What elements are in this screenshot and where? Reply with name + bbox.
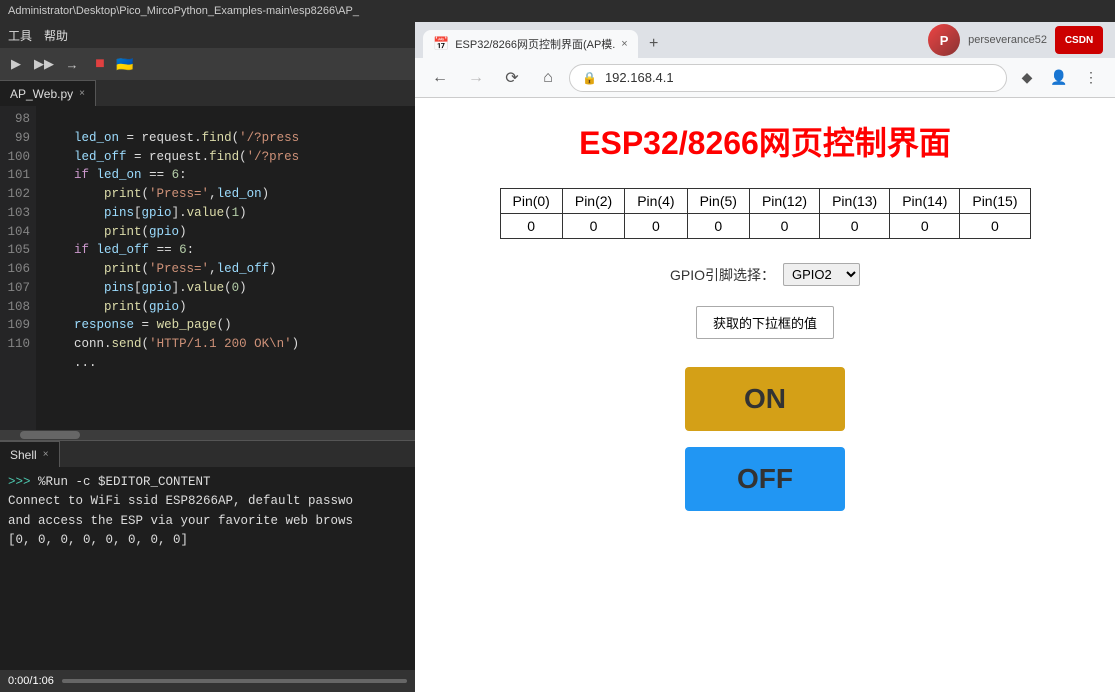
pin-val-12: 0: [749, 214, 819, 239]
pin-header-4: Pin(4): [625, 189, 687, 214]
browser-chrome: 📅 ESP32/8266网页控制界面(AP模... × + P persever…: [415, 22, 1115, 98]
browser-reload-btn[interactable]: ⟳: [497, 64, 527, 92]
menu-bar: 工具 帮助: [0, 22, 415, 48]
pin-val-14: 0: [890, 214, 960, 239]
toolbar: ▶ ▶▶ → ■ 🇺🇦: [0, 48, 415, 80]
pin-header-12: Pin(12): [749, 189, 819, 214]
progress-bar-track[interactable]: [62, 679, 407, 683]
csdn-logo[interactable]: CSDN: [1055, 26, 1103, 54]
path-text: Administrator\Desktop\Pico_MircoPython_E…: [8, 5, 359, 17]
browser-tab-bar: 📅 ESP32/8266网页控制界面(AP模... × + P persever…: [415, 22, 1115, 58]
shell-tab[interactable]: Shell ×: [0, 441, 60, 467]
browser-profile-area: P perseverance52 CSDN: [916, 22, 1115, 58]
shell-prompt: >>>: [8, 475, 31, 489]
browser-tab-active[interactable]: 📅 ESP32/8266网页控制界面(AP模... ×: [423, 30, 638, 58]
line-numbers: 98 99 100 101 102 103 104 105 106 107 10…: [0, 106, 36, 430]
pin-val-5: 0: [687, 214, 749, 239]
pin-val-15: 0: [960, 214, 1030, 239]
pin-table-value-row: 0 0 0 0 0 0 0 0: [500, 214, 1030, 239]
flag-icon: 🇺🇦: [116, 56, 133, 73]
gpio-select[interactable]: GPIO2 GPIO0 GPIO4 GPIO5 GPIO12 GPIO13 GP…: [783, 263, 860, 286]
file-tab[interactable]: AP_Web.py ×: [0, 80, 96, 106]
shell-command-line: >>> %Run -c $EDITOR_CONTENT: [8, 473, 407, 492]
browser-tab-title: ESP32/8266网页控制界面(AP模...: [455, 36, 615, 52]
code-scrollbar[interactable]: [0, 430, 415, 440]
address-text: 192.168.4.1: [605, 70, 674, 85]
browser-avatar[interactable]: P: [928, 24, 960, 56]
pin-val-2: 0: [562, 214, 624, 239]
gpio-selector-row: GPIO引脚选择： GPIO2 GPIO0 GPIO4 GPIO5 GPIO12…: [670, 263, 860, 286]
code-editor[interactable]: 98 99 100 101 102 103 104 105 106 107 10…: [0, 106, 415, 430]
browser-tab-close[interactable]: ×: [621, 38, 627, 50]
pin-header-14: Pin(14): [890, 189, 960, 214]
menu-help[interactable]: 帮助: [44, 27, 68, 44]
pin-header-15: Pin(15): [960, 189, 1030, 214]
shell-output-3: [0, 0, 0, 0, 0, 0, 0, 0]: [8, 531, 407, 550]
on-button[interactable]: ON: [685, 367, 845, 431]
pin-table: Pin(0) Pin(2) Pin(4) Pin(5) Pin(12) Pin(…: [500, 188, 1031, 239]
path-bar: Administrator\Desktop\Pico_MircoPython_E…: [0, 0, 1115, 22]
gpio-label: GPIO引脚选择：: [670, 265, 775, 285]
file-tab-bar: AP_Web.py ×: [0, 80, 415, 106]
pin-val-4: 0: [625, 214, 687, 239]
browser-toolbar: ← → ⟳ ⌂ 🔒 192.168.4.1 ◆ 👤 ⋮: [415, 58, 1115, 98]
file-tab-close[interactable]: ×: [79, 88, 85, 99]
debug-btn[interactable]: ▶▶: [32, 53, 56, 75]
page-title: ESP32/8266网页控制界面: [579, 125, 951, 161]
pin-header-2: Pin(2): [562, 189, 624, 214]
browser-panel: 📅 ESP32/8266网页控制界面(AP模... × + P persever…: [415, 22, 1115, 692]
shell-panel: Shell × >>> %Run -c $EDITOR_CONTENT Conn…: [0, 440, 415, 670]
off-button[interactable]: OFF: [685, 447, 845, 511]
browser-profile-name: perseverance52: [968, 34, 1047, 46]
pin-header-13: Pin(13): [820, 189, 890, 214]
file-tab-name: AP_Web.py: [10, 87, 73, 101]
code-content: led_on = request.find('/?press led_off =…: [36, 106, 415, 430]
step-btn[interactable]: →: [60, 53, 84, 75]
shell-content[interactable]: >>> %Run -c $EDITOR_CONTENT Connect to W…: [0, 467, 415, 670]
lock-icon: 🔒: [582, 71, 597, 85]
extension-btn[interactable]: ◆: [1013, 64, 1041, 92]
browser-back-btn[interactable]: ←: [425, 64, 455, 92]
progress-time: 0:00/1:06: [8, 675, 54, 687]
pin-header-0: Pin(0): [500, 189, 562, 214]
pin-header-5: Pin(5): [687, 189, 749, 214]
pin-val-0: 0: [500, 214, 562, 239]
browser-tab-favicon: 📅: [433, 36, 449, 52]
pin-table-header-row: Pin(0) Pin(2) Pin(4) Pin(5) Pin(12) Pin(…: [500, 189, 1030, 214]
code-scrollbar-thumb[interactable]: [20, 431, 80, 439]
stop-btn[interactable]: ■: [88, 53, 112, 75]
get-value-button[interactable]: 获取的下拉框的值: [696, 306, 834, 339]
shell-tab-label: Shell: [10, 448, 37, 462]
shell-command: %Run -c $EDITOR_CONTENT: [31, 475, 211, 489]
shell-tab-bar: Shell ×: [0, 441, 415, 467]
browser-home-btn[interactable]: ⌂: [533, 64, 563, 92]
more-options-btn[interactable]: ⋮: [1077, 64, 1105, 92]
menu-tools[interactable]: 工具: [8, 27, 32, 44]
run-btn[interactable]: ▶: [4, 53, 28, 75]
user-profile-btn[interactable]: 👤: [1045, 64, 1073, 92]
progress-bar-container: 0:00/1:06: [0, 670, 415, 692]
page-title-area: ESP32/8266网页控制界面: [579, 118, 951, 164]
shell-tab-close[interactable]: ×: [43, 449, 49, 460]
pin-val-13: 0: [820, 214, 890, 239]
browser-forward-btn[interactable]: →: [461, 64, 491, 92]
browser-content: ESP32/8266网页控制界面 Pin(0) Pin(2) Pin(4) Pi…: [415, 98, 1115, 692]
browser-actions: ◆ 👤 ⋮: [1013, 64, 1105, 92]
browser-new-tab-btn[interactable]: +: [640, 30, 668, 58]
shell-output-2: and access the ESP via your favorite web…: [8, 512, 407, 531]
shell-output-1: Connect to WiFi ssid ESP8266AP, default …: [8, 492, 407, 511]
address-bar[interactable]: 🔒 192.168.4.1: [569, 64, 1007, 92]
